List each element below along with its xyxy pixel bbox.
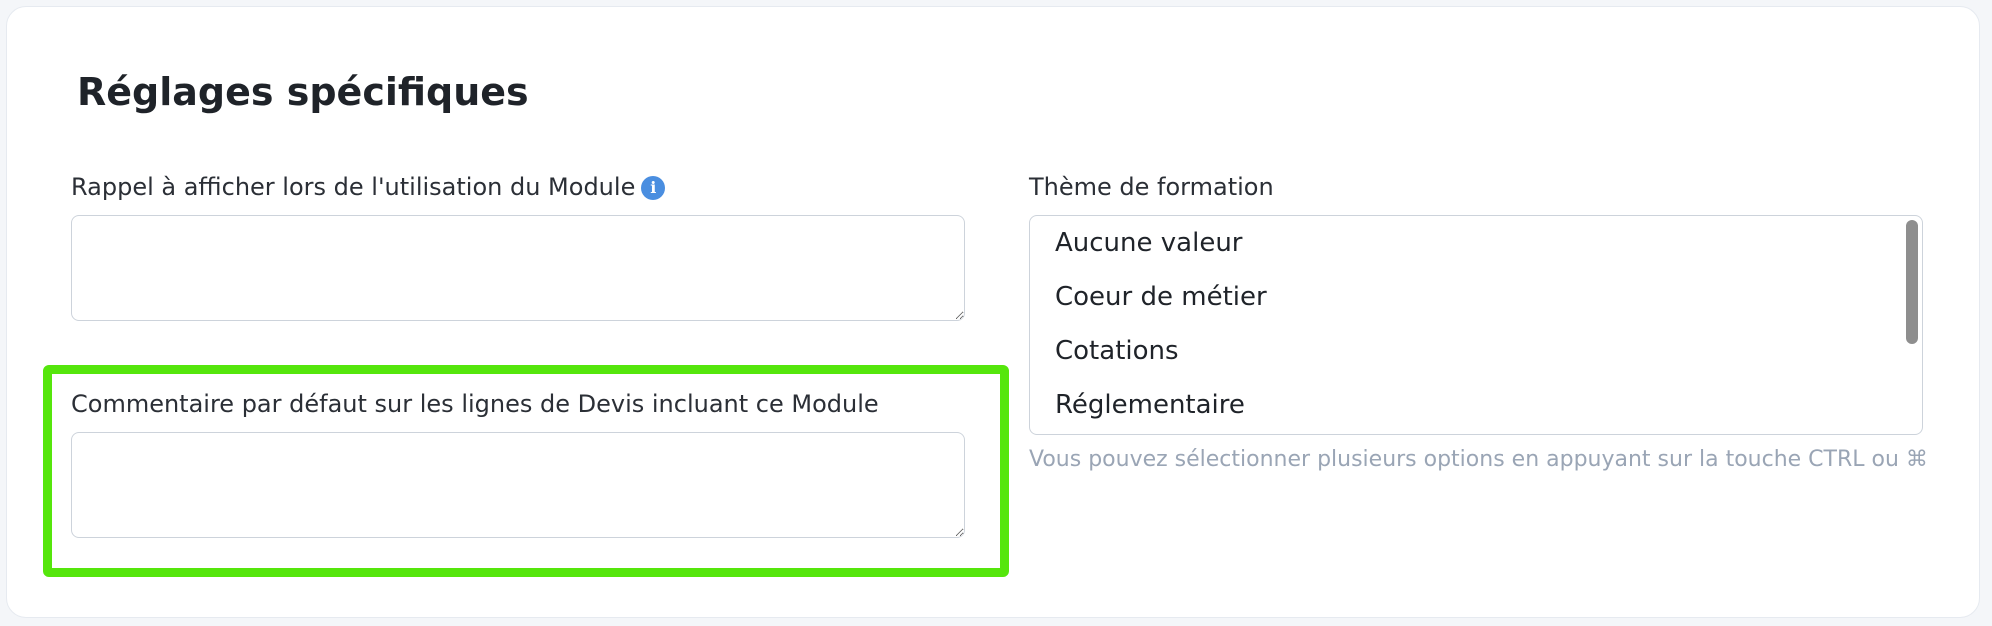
reminder-textarea[interactable]	[71, 215, 965, 321]
theme-option[interactable]: Cotations	[1055, 334, 1179, 368]
multiselect-hint: Vous pouvez sélectionner plusieurs optio…	[1029, 447, 1928, 472]
reminder-label: Rappel à afficher lors de l'utilisation …	[71, 171, 666, 203]
info-icon[interactable]: i	[641, 176, 666, 200]
settings-card: Réglages spécifiques Rappel à afficher l…	[6, 6, 1980, 618]
reminder-label-text: Rappel à afficher lors de l'utilisation …	[71, 173, 636, 201]
comment-textarea[interactable]	[71, 432, 965, 538]
theme-option[interactable]: Aucune valeur	[1055, 226, 1242, 260]
theme-option[interactable]: Réglementaire	[1055, 388, 1245, 422]
comment-label: Commentaire par défaut sur les lignes de…	[71, 390, 879, 418]
scrollbar[interactable]	[1906, 220, 1918, 344]
theme-label: Thème de formation	[1029, 173, 1274, 201]
theme-multiselect[interactable]: Aucune valeur Coeur de métier Cotations …	[1029, 215, 1923, 435]
theme-option[interactable]: Coeur de métier	[1055, 280, 1267, 314]
section-title: Réglages spécifiques	[77, 70, 529, 114]
